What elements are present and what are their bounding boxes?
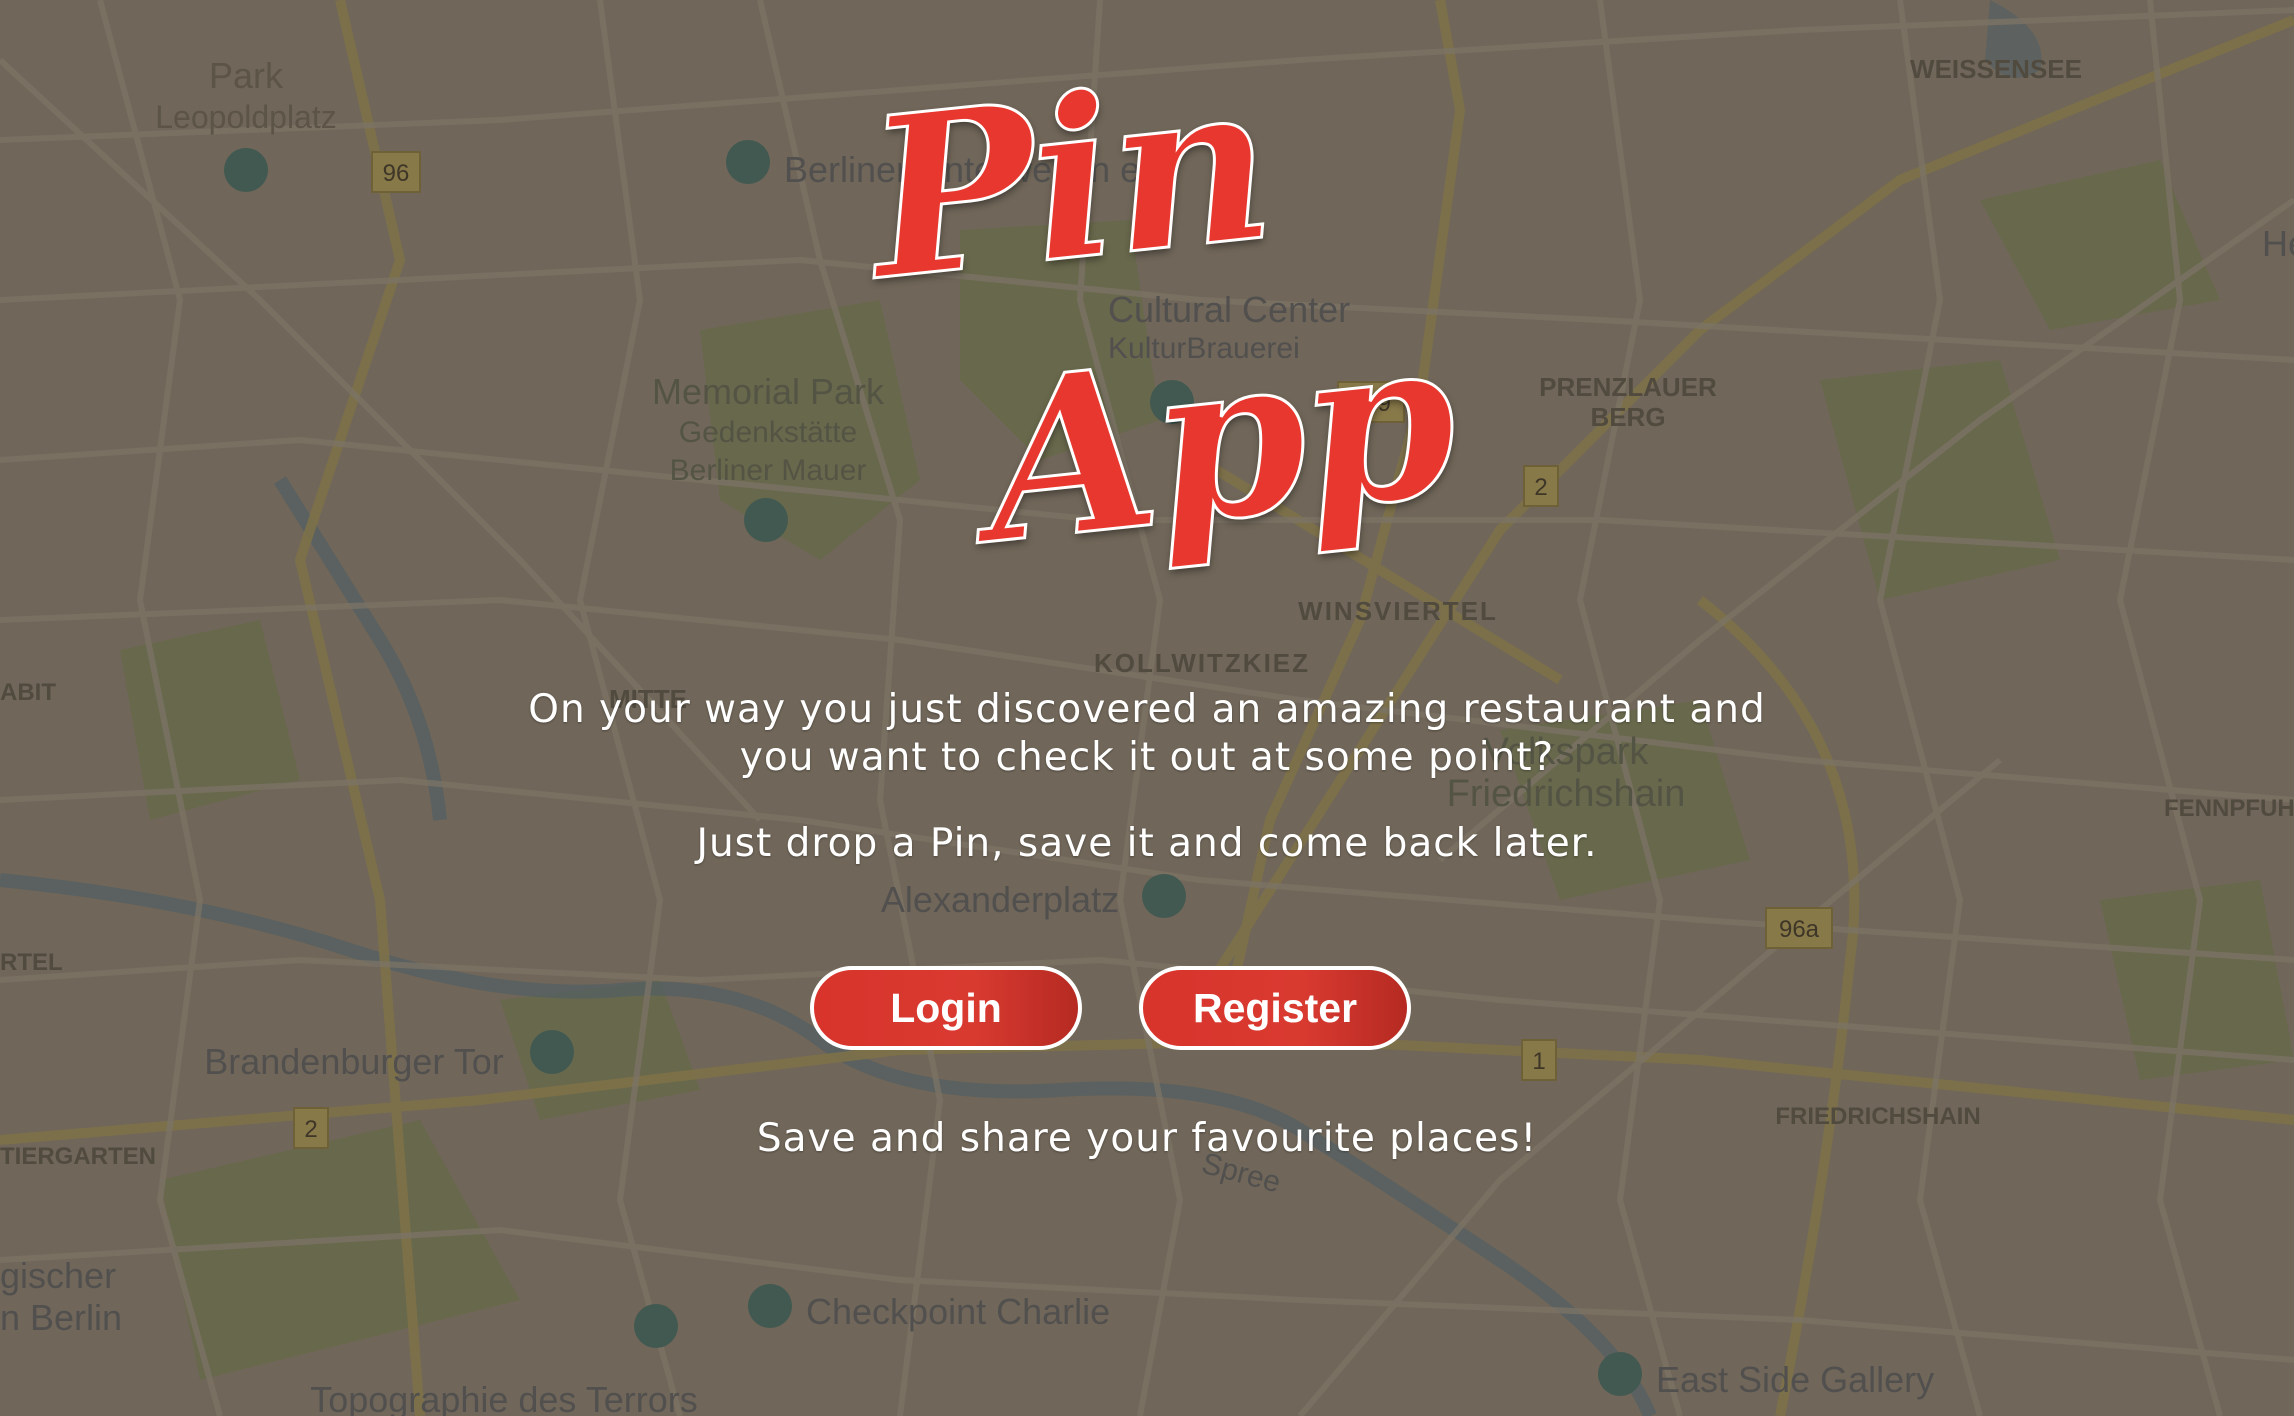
login-button[interactable]: Login [810, 966, 1082, 1050]
intro-text: On your way you just discovered an amazi… [497, 686, 1797, 782]
intro-line-1: On your way you just discovered an amazi… [528, 687, 1766, 732]
logo-word-app: App [971, 285, 1465, 594]
intro-line-3: Just drop a Pin, save it and come back l… [696, 821, 1598, 866]
logo-word-pin: Pin [856, 28, 1281, 330]
intro-line-2: you want to check it out at some point? [739, 735, 1555, 780]
closing-text: Save and share your favourite places! [756, 1116, 1538, 1161]
register-button[interactable]: Register [1139, 966, 1411, 1050]
landing-hero: Pin App On your way you just discovered … [0, 0, 2294, 1416]
